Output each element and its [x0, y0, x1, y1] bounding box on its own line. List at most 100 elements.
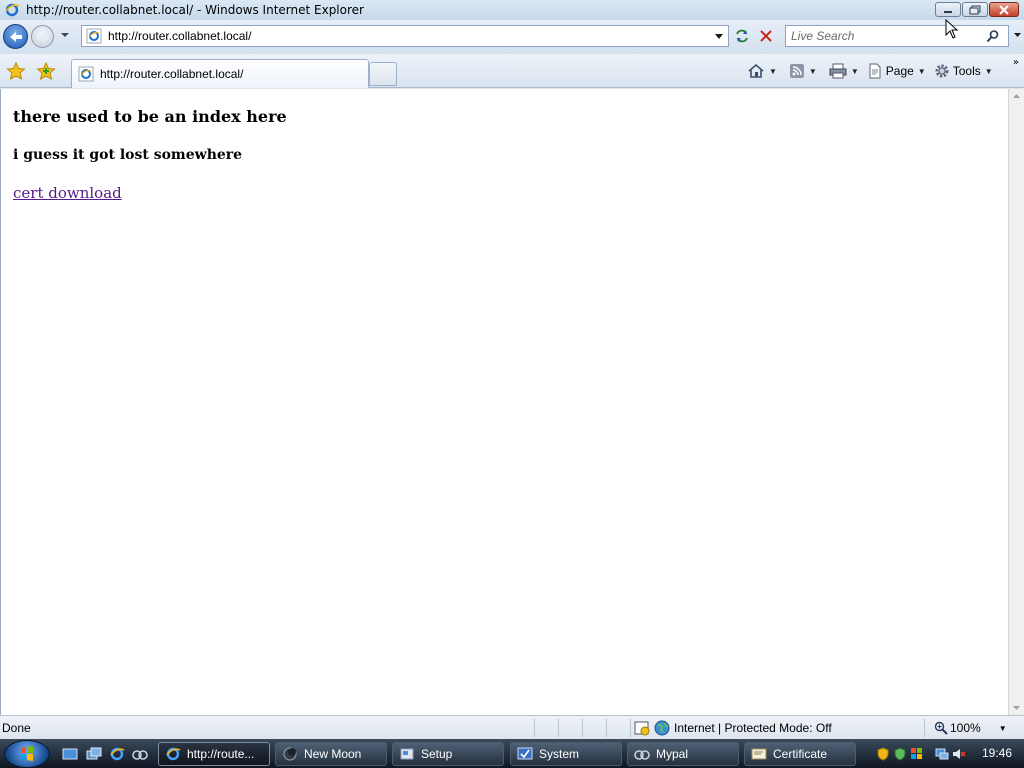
taskbar-item-setup[interactable]: Setup	[392, 742, 504, 766]
security-shield-icon[interactable]	[876, 747, 890, 761]
status-divider	[630, 719, 631, 737]
ie-icon	[166, 747, 181, 761]
home-button[interactable]: ▼	[744, 60, 780, 82]
page-heading: there used to be an index here	[13, 107, 287, 126]
toolbar-overflow-chevron-icon[interactable]: »	[1013, 57, 1019, 68]
feeds-dropdown-icon[interactable]: ▼	[809, 67, 817, 76]
security-zone-text: Internet | Protected Mode: Off	[674, 721, 832, 735]
home-icon	[748, 63, 764, 78]
minimize-icon	[944, 10, 952, 13]
arrow-right-icon	[36, 31, 49, 42]
scroll-down-arrow-icon[interactable]	[1012, 705, 1021, 711]
zoom-level: 100%	[950, 721, 981, 735]
page-menu-label: Page	[885, 64, 914, 78]
command-bar: ▼ ▼ ▼ Page ▼ Tools ▼	[744, 60, 996, 82]
search-options-dropdown-icon[interactable]	[1013, 32, 1022, 38]
home-dropdown-icon[interactable]: ▼	[769, 67, 777, 76]
tools-dropdown-icon: ▼	[984, 66, 993, 76]
window-controls	[934, 2, 1019, 18]
status-divider	[534, 719, 535, 737]
print-dropdown-icon[interactable]: ▼	[851, 67, 859, 76]
tab-bar: http://router.collabnet.local/ ▼ ▼ ▼ Pag…	[0, 54, 1024, 88]
network-icon[interactable]	[935, 747, 949, 761]
restore-icon	[969, 5, 981, 14]
vertical-scrollbar[interactable]	[1008, 89, 1024, 715]
taskbar-item-system[interactable]: System	[510, 742, 622, 766]
taskbar-item-mypal[interactable]: Mypal	[627, 742, 739, 766]
clock[interactable]: 19:46	[982, 746, 1012, 760]
ie-quick-launch-icon[interactable]	[109, 746, 125, 762]
tools-menu-button[interactable]: Tools ▼	[931, 60, 996, 82]
favorites-center-star-icon[interactable]	[6, 62, 26, 80]
taskbar-item-label: Certificate	[773, 747, 828, 761]
status-divider	[606, 719, 607, 737]
back-button[interactable]	[3, 24, 28, 49]
tools-menu-label: Tools	[952, 64, 981, 78]
refresh-icon	[736, 29, 748, 43]
close-button[interactable]	[989, 2, 1019, 17]
show-desktop-icon[interactable]	[62, 746, 78, 762]
stop-icon	[760, 30, 772, 42]
ie-logo-icon	[5, 3, 20, 17]
status-divider	[924, 719, 925, 737]
scroll-up-arrow-icon[interactable]	[1012, 93, 1021, 99]
status-bar: Done Internet | Protected Mode: Off 100%…	[0, 715, 1024, 739]
restore-button[interactable]	[962, 2, 988, 17]
switch-windows-icon[interactable]	[86, 746, 102, 762]
refresh-button[interactable]	[731, 25, 753, 47]
tab-router-collabnet[interactable]: http://router.collabnet.local/	[71, 59, 369, 88]
rss-feed-icon	[789, 64, 804, 78]
search-icon[interactable]	[986, 29, 1000, 43]
setup-icon	[400, 748, 414, 760]
page-favicon-icon	[86, 28, 102, 44]
arrow-left-icon	[9, 31, 22, 42]
status-text: Done	[2, 721, 31, 735]
forward-button[interactable]	[31, 25, 54, 48]
windows-logo-icon	[21, 746, 33, 761]
zoom-control[interactable]: 100% ▼	[934, 719, 1007, 737]
print-button[interactable]: ▼	[826, 60, 862, 82]
add-to-favorites-icon[interactable]	[36, 62, 56, 80]
taskbar-item-ie[interactable]: http://route...	[158, 742, 270, 766]
zoom-magnifier-icon	[934, 721, 948, 735]
certificate-icon	[751, 748, 767, 760]
page-menu-button[interactable]: Page ▼	[864, 60, 929, 82]
mouse-cursor-icon	[945, 19, 959, 39]
volume-muted-icon[interactable]	[952, 747, 966, 761]
popup-blocker-icon	[634, 721, 650, 736]
page-icon	[869, 63, 881, 79]
taskbar-item-label: Setup	[421, 747, 453, 761]
start-button[interactable]	[4, 740, 50, 768]
search-box[interactable]	[785, 25, 1021, 47]
tab-label: http://router.collabnet.local/	[100, 67, 244, 81]
taskbar-item-new-moon[interactable]: New Moon	[275, 742, 387, 766]
internet-globe-icon	[654, 720, 670, 736]
security-zone[interactable]: Internet | Protected Mode: Off	[634, 719, 832, 737]
page-dropdown-icon: ▼	[917, 66, 926, 76]
cert-download-link[interactable]: cert download	[13, 184, 122, 202]
address-dropdown-icon[interactable]	[714, 30, 724, 42]
search-input[interactable]	[791, 29, 971, 43]
taskbar-item-certificate[interactable]: Certificate	[744, 742, 856, 766]
address-bar[interactable]: http://router.collabnet.local/	[81, 25, 729, 47]
mypal-icon	[634, 750, 650, 760]
windows-flag-icon[interactable]	[910, 747, 924, 761]
taskbar-item-label: Mypal	[656, 747, 689, 761]
defender-icon[interactable]	[893, 747, 907, 761]
taskbar-item-label: New Moon	[304, 747, 362, 761]
page-subheading: i guess it got lost somewhere	[13, 147, 243, 163]
zoom-dropdown-icon[interactable]: ▼	[999, 724, 1007, 733]
status-divider	[558, 719, 559, 737]
minimize-button[interactable]	[935, 2, 961, 17]
stop-button[interactable]	[755, 25, 777, 47]
recent-pages-dropdown-icon[interactable]	[60, 32, 70, 38]
feeds-button[interactable]: ▼	[786, 60, 820, 82]
address-url: http://router.collabnet.local/	[108, 29, 252, 43]
navigation-bar: http://router.collabnet.local/	[0, 20, 1024, 54]
taskbar-item-label: http://route...	[187, 747, 255, 761]
window-title: http://router.collabnet.local/ - Windows…	[26, 3, 364, 17]
new-tab-button[interactable]	[369, 62, 397, 86]
app-quick-launch-icon[interactable]	[132, 746, 148, 762]
printer-icon	[829, 63, 847, 79]
status-divider	[582, 719, 583, 737]
